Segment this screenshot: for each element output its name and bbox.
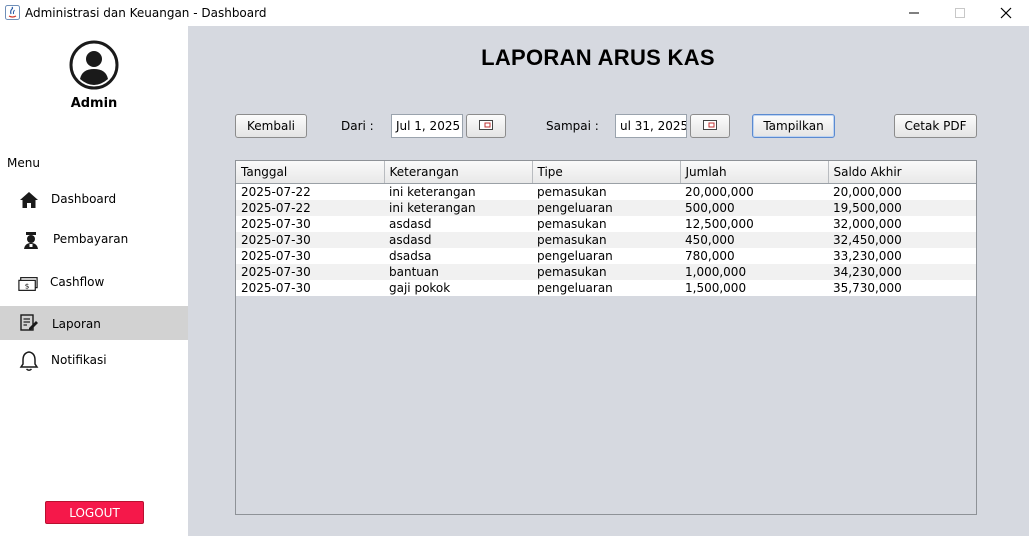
cell-jumlah: 780,000 [680,247,828,264]
cell-saldo-akhir: 19,500,000 [828,199,976,216]
close-button[interactable] [983,0,1029,26]
from-date-field[interactable]: Jul 1, 2025 [391,114,463,138]
table-row[interactable]: 2025-07-30 bantuan pemasukan 1,000,000 3… [236,263,976,280]
cell-tipe: pemasukan [532,263,680,280]
cell-tanggal: 2025-07-22 [236,199,384,216]
nav-label-notifikasi: Notifikasi [51,353,107,367]
minimize-button[interactable] [891,0,937,26]
bell-icon [19,351,39,371]
cell-tipe: pemasukan [532,231,680,248]
from-calendar-button[interactable] [466,114,506,138]
to-date-field[interactable]: ul 31, 2025 [615,114,687,138]
cell-tanggal: 2025-07-30 [236,263,384,280]
maximize-button[interactable] [937,0,983,26]
cell-keterangan: asdasd [384,215,532,232]
cell-saldo-akhir: 32,450,000 [828,231,976,248]
table-row[interactable]: 2025-07-22 ini keterangan pemasukan 20,0… [236,183,976,200]
page-title: LAPORAN ARUS KAS [481,45,715,70]
cell-tanggal: 2025-07-30 [236,231,384,248]
table-row[interactable]: 2025-07-30 gaji pokok pengeluaran 1,500,… [236,279,976,296]
user-payment-icon [21,230,41,250]
cell-keterangan: gaji pokok [384,279,532,296]
menu-heading: Menu [7,156,40,170]
money-icon: $ [18,274,38,294]
cell-keterangan: dsadsa [384,247,532,264]
cell-tipe: pengeluaran [532,247,680,264]
nav-label-dashboard: Dashboard [51,192,117,206]
cell-tipe: pengeluaran [532,199,680,216]
nav-label-laporan: Laporan [52,317,101,331]
cell-saldo-akhir: 35,730,000 [828,279,976,296]
sidebar: Admin Menu Dashboard Pembayaran $ Cashfl… [0,26,188,536]
cell-jumlah: 450,000 [680,231,828,248]
svg-text:$: $ [25,282,30,291]
cell-tanggal: 2025-07-30 [236,215,384,232]
cell-keterangan: ini keterangan [384,199,532,216]
to-calendar-button[interactable] [690,114,730,138]
table-row[interactable]: 2025-07-30 asdasd pemasukan 12,500,000 3… [236,215,976,232]
cell-jumlah: 500,000 [680,199,828,216]
table-row[interactable]: 2025-07-30 dsadsa pengeluaran 780,000 33… [236,247,976,264]
cell-saldo-akhir: 34,230,000 [828,263,976,280]
cell-tanggal: 2025-07-22 [236,183,384,200]
cell-tanggal: 2025-07-30 [236,247,384,264]
to-label: Sampai : [546,119,599,133]
cell-saldo-akhir: 32,000,000 [828,215,976,232]
nav-item-pembayaran[interactable]: Pembayaran [0,223,188,257]
cell-keterangan: asdasd [384,231,532,248]
cell-saldo-akhir: 33,230,000 [828,247,976,264]
cashflow-table[interactable]: Tanggal Keterangan Tipe Jumlah Saldo Akh… [235,160,977,515]
home-icon [19,190,39,210]
column-header-saldo-akhir[interactable]: Saldo Akhir [828,161,976,184]
user-name: Admin [70,96,118,111]
nav-item-cashflow[interactable]: $ Cashflow [0,266,188,300]
column-header-tanggal[interactable]: Tanggal [236,161,385,184]
cell-jumlah: 1,000,000 [680,263,828,280]
column-header-jumlah[interactable]: Jumlah [680,161,829,184]
table-row[interactable]: 2025-07-22 ini keterangan pengeluaran 50… [236,199,976,216]
nav-label-cashflow: Cashflow [50,275,105,289]
cell-keterangan: ini keterangan [384,183,532,200]
cell-tanggal: 2025-07-30 [236,279,384,296]
show-button[interactable]: Tampilkan [752,114,835,138]
cell-saldo-akhir: 20,000,000 [828,183,976,200]
title-bar: Administrasi dan Keuangan - Dashboard [0,0,1029,26]
app-window: Administrasi dan Keuangan - Dashboard Ad… [0,0,1029,536]
report-edit-icon [19,313,39,333]
table-row[interactable]: 2025-07-30 asdasd pemasukan 450,000 32,4… [236,231,976,248]
column-header-keterangan[interactable]: Keterangan [384,161,533,184]
column-header-tipe[interactable]: Tipe [532,161,681,184]
nav-item-laporan[interactable]: Laporan [0,306,188,340]
main-panel: LAPORAN ARUS KAS Kembali Dari : Jul 1, 2… [188,26,1029,536]
nav-item-dashboard[interactable]: Dashboard [0,183,188,217]
java-app-icon [5,5,20,20]
logout-button[interactable]: LOGOUT [45,501,144,524]
cell-tipe: pengeluaran [532,279,680,296]
cell-jumlah: 12,500,000 [680,215,828,232]
print-pdf-button[interactable]: Cetak PDF [894,114,977,138]
window-title: Administrasi dan Keuangan - Dashboard [25,6,267,20]
cell-tipe: pemasukan [532,183,680,200]
from-label: Dari : [341,119,374,133]
table-header-row: Tanggal Keterangan Tipe Jumlah Saldo Akh… [236,161,976,184]
cell-jumlah: 20,000,000 [680,183,828,200]
cell-jumlah: 1,500,000 [680,279,828,296]
nav-item-notifikasi[interactable]: Notifikasi [0,344,188,378]
cell-tipe: pemasukan [532,215,680,232]
calendar-icon [703,119,717,133]
user-avatar-icon [69,40,119,90]
cell-keterangan: bantuan [384,263,532,280]
nav-label-pembayaran: Pembayaran [53,232,129,246]
back-button[interactable]: Kembali [235,114,307,138]
calendar-icon [479,119,493,133]
